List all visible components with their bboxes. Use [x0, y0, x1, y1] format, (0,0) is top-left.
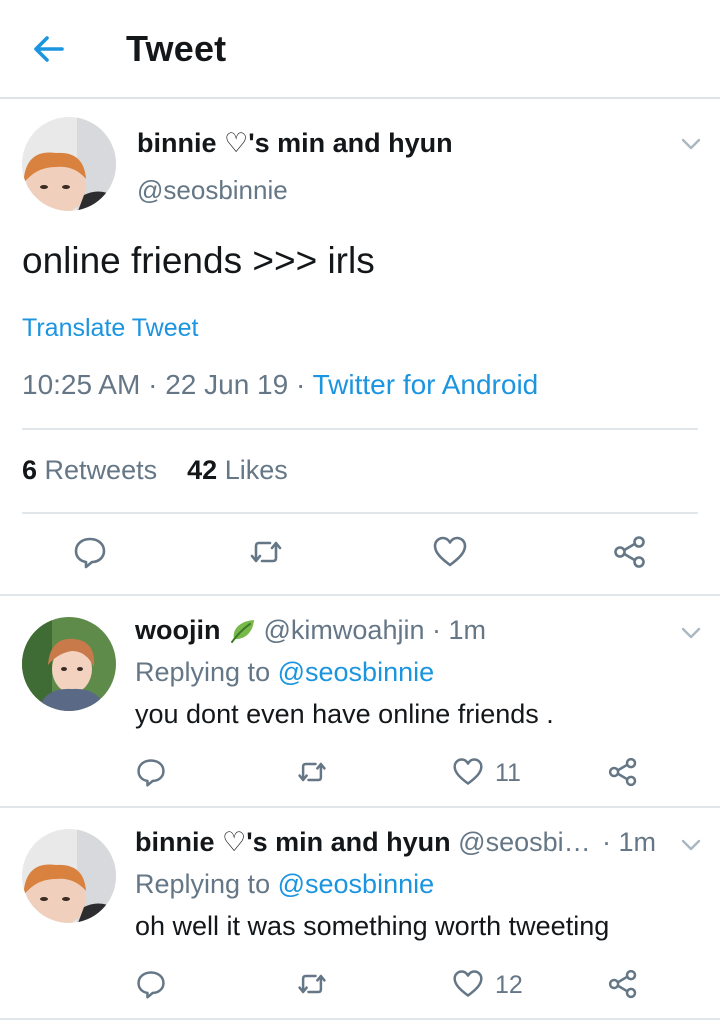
replying-to-handle[interactable]: @seosbinnie [278, 657, 435, 687]
back-button[interactable] [26, 27, 70, 71]
share-icon [608, 969, 637, 999]
author-handle[interactable]: @seosbinnie [137, 175, 288, 206]
like-count: 11 [495, 759, 521, 787]
retweets-count: 6 [22, 455, 38, 485]
reply-display-name[interactable]: woojin [135, 615, 220, 645]
retweets-label: Retweets [44, 455, 158, 485]
reply-icon [137, 759, 165, 787]
like-button[interactable] [452, 756, 484, 788]
likes-label: Likes [224, 455, 288, 485]
share-icon [614, 536, 645, 568]
retweet-icon [298, 762, 326, 782]
retweet-icon [298, 974, 326, 994]
replying-to-prefix: Replying to [135, 869, 271, 899]
retweet-button[interactable] [296, 968, 328, 1000]
back-arrow-icon [34, 36, 64, 62]
reply-button[interactable] [135, 968, 167, 1000]
reply-handle[interactable]: @kimwoahjin [264, 615, 425, 645]
avatar[interactable] [22, 117, 116, 211]
chevron-down-icon [681, 839, 701, 851]
reply-text: you dont even have online friends . [135, 699, 554, 729]
chevron-down-icon [681, 627, 701, 639]
retweets-stat[interactable]: 6 Retweets [22, 455, 157, 485]
tweet-metadata: 10:25 AM · 22 Jun 19 · Twitter for Andro… [22, 369, 538, 401]
top-app-bar: Tweet [0, 0, 720, 99]
divider [22, 428, 698, 430]
replying-to-line: Replying to @seosbinnie [135, 657, 434, 688]
reply-button[interactable] [135, 756, 167, 788]
leaf-icon [231, 620, 254, 643]
tweet-source-link[interactable]: Twitter for Android [313, 369, 539, 400]
replying-to-handle[interactable]: @seosbinnie [278, 869, 435, 899]
share-icon [608, 757, 637, 787]
share-button[interactable] [607, 756, 639, 788]
tweet-time: 10:25 AM [22, 369, 141, 400]
replying-to-line: Replying to @seosbinnie [135, 869, 434, 900]
divider [0, 1018, 720, 1020]
reply-icon [74, 537, 106, 569]
avatar[interactable] [22, 829, 116, 923]
divider [0, 594, 720, 596]
tweet-options-button[interactable] [678, 620, 704, 646]
tweet-options-button[interactable] [678, 131, 704, 157]
chevron-down-icon [681, 138, 701, 150]
page-title: Tweet [126, 28, 227, 69]
reply-text: oh well it was something worth tweeting [135, 911, 610, 941]
avatar[interactable] [22, 617, 116, 711]
tweet-date: 22 Jun 19 [165, 369, 289, 400]
reply-display-name[interactable]: binnie ♡'s min and hyun [135, 827, 451, 857]
meta-separator: · [148, 369, 158, 400]
reply-timestamp: · 1m [602, 827, 656, 857]
translate-tweet-link[interactable]: Translate Tweet [22, 314, 198, 343]
tweet-options-button[interactable] [678, 832, 704, 858]
reply-button[interactable] [72, 534, 108, 570]
like-count: 12 [495, 971, 523, 999]
reply-icon [137, 971, 165, 999]
retweet-button[interactable] [296, 756, 328, 788]
retweet-button[interactable] [248, 534, 284, 570]
likes-count: 42 [187, 455, 218, 485]
like-icon [453, 758, 483, 785]
like-icon [453, 970, 483, 997]
replying-to-prefix: Replying to [135, 657, 271, 687]
like-button[interactable] [432, 534, 468, 570]
retweet-icon [250, 541, 282, 563]
share-button[interactable] [607, 968, 639, 1000]
engagement-stats: 6 Retweets 42 Likes [22, 455, 288, 486]
reply-timestamp: · 1m [432, 615, 486, 645]
likes-stat[interactable]: 42 Likes [187, 455, 288, 485]
reply-header: woojin @kimwoahjin · 1m [135, 615, 486, 646]
reply-header: binnie ♡'s min and hyun @seosbi… [135, 827, 591, 858]
tweet-text: online friends >>> irls [22, 240, 375, 281]
like-icon [433, 536, 467, 567]
reply-handle[interactable]: @seosbi… [458, 827, 590, 857]
share-button[interactable] [612, 534, 648, 570]
divider [22, 512, 698, 514]
meta-separator: · [295, 369, 306, 400]
author-display-name[interactable]: binnie ♡'s min and hyun [137, 128, 453, 159]
divider [0, 806, 720, 808]
like-button[interactable] [452, 968, 484, 1000]
